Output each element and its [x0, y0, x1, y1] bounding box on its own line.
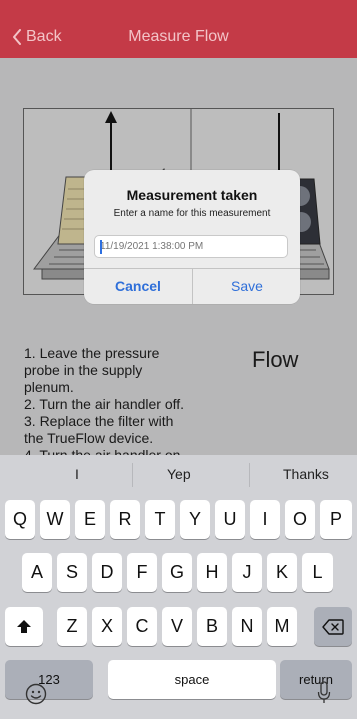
- instruction-line: the TrueFlow device.: [24, 430, 154, 446]
- key-h[interactable]: H: [197, 553, 227, 592]
- instructions-text: 1. Leave the pressure probe in the suppl…: [24, 345, 204, 464]
- measurement-alert: Measurement taken Enter a name for this …: [84, 170, 300, 304]
- save-button[interactable]: Save: [193, 268, 300, 304]
- cancel-button[interactable]: Cancel: [84, 268, 192, 304]
- shift-icon: [17, 619, 31, 633]
- text-caret: [100, 240, 102, 254]
- key-f[interactable]: F: [127, 553, 157, 592]
- key-m[interactable]: M: [267, 607, 297, 646]
- suggestion-item[interactable]: Yep: [167, 466, 191, 482]
- backspace-key[interactable]: [314, 607, 352, 646]
- instruction-line: 2. Turn the air handler off.: [24, 396, 185, 412]
- key-u[interactable]: U: [215, 500, 245, 539]
- suggestion-bar: I Yep Thanks: [0, 455, 357, 493]
- key-b[interactable]: B: [197, 607, 227, 646]
- suggestion-divider: [249, 463, 250, 487]
- backspace-icon: [322, 618, 344, 635]
- instruction-line: plenum.: [24, 379, 74, 395]
- key-d[interactable]: D: [92, 553, 122, 592]
- key-s[interactable]: S: [57, 553, 87, 592]
- key-o[interactable]: O: [285, 500, 315, 539]
- key-y[interactable]: Y: [180, 500, 210, 539]
- shift-key[interactable]: [5, 607, 43, 646]
- key-g[interactable]: G: [162, 553, 192, 592]
- keyboard-bottom-bar: [0, 675, 357, 719]
- suggestion-divider: [132, 463, 133, 487]
- instruction-line: 1. Leave the pressure: [24, 345, 160, 361]
- key-x[interactable]: X: [92, 607, 122, 646]
- measurement-name-input[interactable]: [94, 235, 288, 258]
- key-a[interactable]: A: [22, 553, 52, 592]
- instruction-line: probe in the supply: [24, 362, 143, 378]
- key-k[interactable]: K: [267, 553, 297, 592]
- key-l[interactable]: L: [302, 553, 333, 592]
- navigation-bar: Back Measure Flow: [0, 0, 357, 58]
- key-t[interactable]: T: [145, 500, 175, 539]
- key-w[interactable]: W: [40, 500, 70, 539]
- key-q[interactable]: Q: [5, 500, 35, 539]
- key-r[interactable]: R: [110, 500, 140, 539]
- flow-label: Flow: [252, 347, 299, 372]
- page-title: Measure Flow: [128, 28, 229, 45]
- key-i[interactable]: I: [250, 500, 280, 539]
- instruction-line: 3. Replace the filter with: [24, 413, 174, 429]
- key-j[interactable]: J: [232, 553, 262, 592]
- microphone-icon[interactable]: [317, 681, 331, 705]
- alert-message: Enter a name for this measurement: [113, 208, 271, 219]
- key-e[interactable]: E: [75, 500, 105, 539]
- key-c[interactable]: C: [127, 607, 157, 646]
- suggestion-item[interactable]: I: [75, 466, 79, 482]
- suggestion-item[interactable]: Thanks: [283, 466, 329, 482]
- emoji-icon[interactable]: [25, 683, 47, 705]
- keyboard: I Yep Thanks Q W E R T Y U I O P A S D F…: [0, 455, 357, 719]
- key-n[interactable]: N: [232, 607, 262, 646]
- alert-title: Measurement taken: [126, 187, 258, 203]
- key-z[interactable]: Z: [57, 607, 87, 646]
- key-v[interactable]: V: [162, 607, 192, 646]
- key-p[interactable]: P: [320, 500, 352, 539]
